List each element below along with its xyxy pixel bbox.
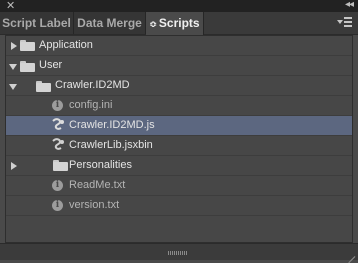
script-icon: [52, 118, 64, 130]
tab-label: Scripts: [158, 16, 200, 30]
info-icon: i: [52, 100, 63, 111]
panel-title-bar: ✕ ◂◂: [0, 0, 358, 12]
tree-row-label: User: [39, 59, 63, 71]
tree-row-version-txt[interactable]: i version.txt: [6, 196, 352, 216]
collapse-panel-icon[interactable]: ◂◂: [345, 0, 354, 10]
chevron-down-icon: [337, 20, 343, 24]
info-icon: i: [52, 200, 63, 211]
tree-row-label: Crawler.ID2MD.js: [69, 119, 155, 131]
tree-row-readme-txt[interactable]: i ReadMe.txt: [6, 176, 352, 196]
panel-footer: [0, 243, 358, 263]
info-icon: i: [52, 180, 63, 191]
tab-reorder-icon: ≎: [149, 19, 157, 29]
folder-icon: [20, 40, 35, 51]
panel-menu-button[interactable]: [337, 16, 353, 30]
collapse-arrow-icon[interactable]: [9, 64, 17, 70]
folder-icon: [20, 61, 35, 72]
tab-label: Script Label: [2, 16, 71, 30]
close-icon[interactable]: ✕: [6, 0, 15, 12]
folder-icon: [36, 81, 51, 92]
tree-row-crawler-id2md[interactable]: Crawler.ID2MD: [6, 76, 352, 96]
scripts-tree[interactable]: Application User Crawler.ID2MD i config.…: [5, 35, 353, 243]
script-icon: [52, 138, 64, 150]
tree-row-label: Application: [39, 39, 93, 51]
expand-arrow-icon[interactable]: [11, 42, 17, 50]
tree-row-application[interactable]: Application: [6, 36, 352, 56]
folder-icon: [53, 160, 68, 171]
tree-row-label: Personalities: [69, 159, 132, 171]
panel-tab-bar: Script Label Data Merge ≎ Scripts: [0, 12, 358, 35]
resize-grip-icon[interactable]: [168, 251, 188, 255]
menu-line-icon: [344, 25, 352, 27]
tree-row-user[interactable]: User: [6, 56, 352, 76]
tree-row-label: config.ini: [69, 99, 113, 111]
tree-row-config-ini[interactable]: i config.ini: [6, 96, 352, 116]
tab-script-label[interactable]: Script Label: [0, 12, 74, 34]
tree-row-label: ReadMe.txt: [69, 179, 126, 191]
expand-arrow-icon[interactable]: [11, 162, 17, 170]
tree-row-label: version.txt: [69, 199, 120, 211]
tree-row-label: CrawlerLib.jsxbin: [69, 139, 153, 151]
resize-corner-icon[interactable]: [346, 248, 356, 263]
tree-row-personalities[interactable]: Personalities: [6, 156, 352, 176]
tab-scripts[interactable]: ≎ Scripts: [146, 12, 204, 35]
menu-line-icon: [344, 17, 352, 19]
tab-data-merge[interactable]: Data Merge: [74, 12, 146, 34]
tab-label: Data Merge: [77, 16, 142, 30]
tree-row-crawlerlib-jsxbin[interactable]: CrawlerLib.jsxbin: [6, 136, 352, 156]
collapse-arrow-icon[interactable]: [9, 84, 17, 90]
tree-row-label: Crawler.ID2MD: [55, 79, 130, 91]
menu-line-icon: [344, 21, 352, 23]
tree-row-crawler-id2md-js[interactable]: Crawler.ID2MD.js: [6, 116, 352, 136]
